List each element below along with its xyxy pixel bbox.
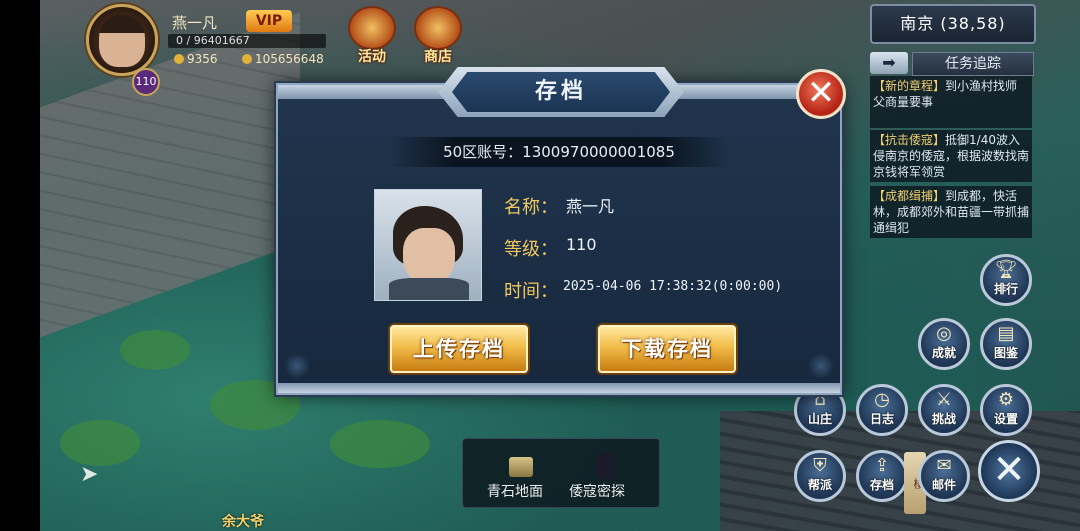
rank-button[interactable]: 🏆︎ 排行 [980, 254, 1032, 306]
book-icon: ▤ [997, 323, 1015, 344]
menu-close-button[interactable]: ✕ [978, 440, 1040, 502]
clock-icon: ◷ [874, 389, 890, 410]
challenge-label: 挑战 [931, 412, 956, 426]
faction-label: 帮派 [807, 478, 832, 492]
time-value: 2025-04-06 17:38:32(0:00:00) [563, 279, 783, 294]
quest-item[interactable]: 【新的章程】到小渔村找师父商量要事 [870, 76, 1032, 128]
envelope-icon: ✉︎ [936, 455, 952, 476]
lily-pad [330, 420, 430, 468]
settings-button[interactable]: ⚙︎ 设置 [980, 384, 1032, 436]
portrait-face [403, 228, 455, 284]
player-name: 燕一凡 [172, 14, 218, 32]
corner-ornament [284, 353, 310, 379]
gear-icon: ⚙︎ [997, 389, 1015, 410]
dialog-title-plate: 存档 [438, 67, 684, 117]
player-face [99, 15, 145, 67]
currency-silver: 9356 [174, 52, 218, 66]
save-dialog: 存档 ✕ 50区账号：1300970000001085 名称： 燕一凡 等级： … [276, 67, 846, 395]
shop-icon [414, 6, 462, 50]
dialog-title: 存档 [452, 72, 670, 112]
quest-tracker-header: ➡ 任务追踪 [870, 52, 1034, 76]
account-number: 50区账号：1300970000001085 [388, 137, 730, 167]
quest-tag: 【抗击倭寇】 [873, 133, 946, 147]
name-value: 燕一凡 [566, 197, 615, 216]
mail-label: 邮件 [931, 478, 956, 492]
npc-name[interactable]: 余大爷 [222, 511, 264, 531]
portrait-body [389, 278, 469, 300]
experience-bar: 0 / 96401667 [168, 34, 326, 48]
atlas-label: 图鉴 [993, 346, 1018, 360]
level-value: 110 [566, 235, 597, 254]
collapse-arrow-icon[interactable]: ➡ [870, 52, 908, 74]
upload-save-button[interactable]: 上传存档 [390, 325, 528, 373]
location-display[interactable]: 南京 (38,58) [870, 4, 1036, 44]
level-label: 等级： [504, 239, 558, 260]
dialog-frame-bottom [278, 383, 840, 393]
medal-icon: ◎ [936, 323, 952, 344]
corner-ornament [808, 353, 834, 379]
shop-label: 商店 [424, 49, 452, 65]
currency-gold: 105656648 [242, 52, 324, 66]
coin-icon [242, 54, 252, 64]
settings-label: 设置 [993, 412, 1018, 426]
nearby-item-spy[interactable]: 倭寇密探 [569, 481, 625, 501]
spy-icon [597, 453, 615, 479]
drum-icon [348, 6, 396, 50]
save-label: 存档 [869, 478, 894, 492]
download-save-button[interactable]: 下载存档 [598, 325, 736, 373]
quest-tag: 【成都缉捕】 [873, 189, 946, 203]
save-button[interactable]: ⇪ 存档 [856, 450, 908, 502]
achievement-button[interactable]: ◎ 成就 [918, 318, 970, 370]
character-portrait [374, 189, 482, 301]
villa-label: 山庄 [807, 412, 832, 426]
challenge-button[interactable]: ⚔︎ 挑战 [918, 384, 970, 436]
nearby-panel: 青石地面 倭寇密探 [462, 438, 660, 508]
banner-icon: ⛨ [813, 455, 827, 476]
nearby-item-stone[interactable]: 青石地面 [487, 481, 543, 501]
quest-tracker-title[interactable]: 任务追踪 [912, 52, 1034, 76]
player-avatar[interactable] [86, 4, 158, 76]
screen-letterbox [0, 0, 40, 531]
faction-button[interactable]: ⛨ 帮派 [794, 450, 846, 502]
lily-pad [120, 330, 190, 370]
mail-button[interactable]: ✉︎ 邮件 [918, 450, 970, 502]
rank-label: 排行 [993, 282, 1018, 296]
ingot-icon [174, 54, 184, 64]
quest-tag: 【新的章程】 [873, 79, 946, 93]
upload-icon: ⇪ [874, 455, 890, 476]
currency-silver-value: 9356 [187, 52, 218, 66]
time-label: 时间： [504, 281, 558, 302]
quest-item[interactable]: 【成都缉捕】到成都，快活林，成都郊外和苗疆一带抓捕通缉犯 [870, 186, 1032, 238]
swords-icon: ⚔︎ [935, 389, 953, 410]
name-label: 名称： [504, 197, 558, 218]
atlas-button[interactable]: ▤ 图鉴 [980, 318, 1032, 370]
log-label: 日志 [869, 412, 894, 426]
trophy-icon: 🏆︎ [994, 259, 1018, 280]
log-button[interactable]: ◷ 日志 [856, 384, 908, 436]
currency-gold-value: 105656648 [255, 52, 324, 66]
lily-pad [60, 420, 140, 466]
activity-button[interactable]: 活动 [344, 6, 400, 65]
dialog-close-button[interactable]: ✕ [796, 69, 846, 119]
quest-item[interactable]: 【抗击倭寇】抵御1/40波入侵南京的倭寇，根据波数找南京钱将军领赏 [870, 130, 1032, 182]
stone-tile-icon [509, 457, 533, 477]
vip-badge[interactable]: VIP [246, 10, 292, 32]
shop-button[interactable]: 商店 [410, 6, 466, 65]
activity-label: 活动 [358, 49, 386, 65]
expand-arrow-icon[interactable]: ➤ [80, 462, 98, 487]
player-level-badge: 110 [132, 68, 160, 96]
achievement-label: 成就 [931, 346, 956, 360]
